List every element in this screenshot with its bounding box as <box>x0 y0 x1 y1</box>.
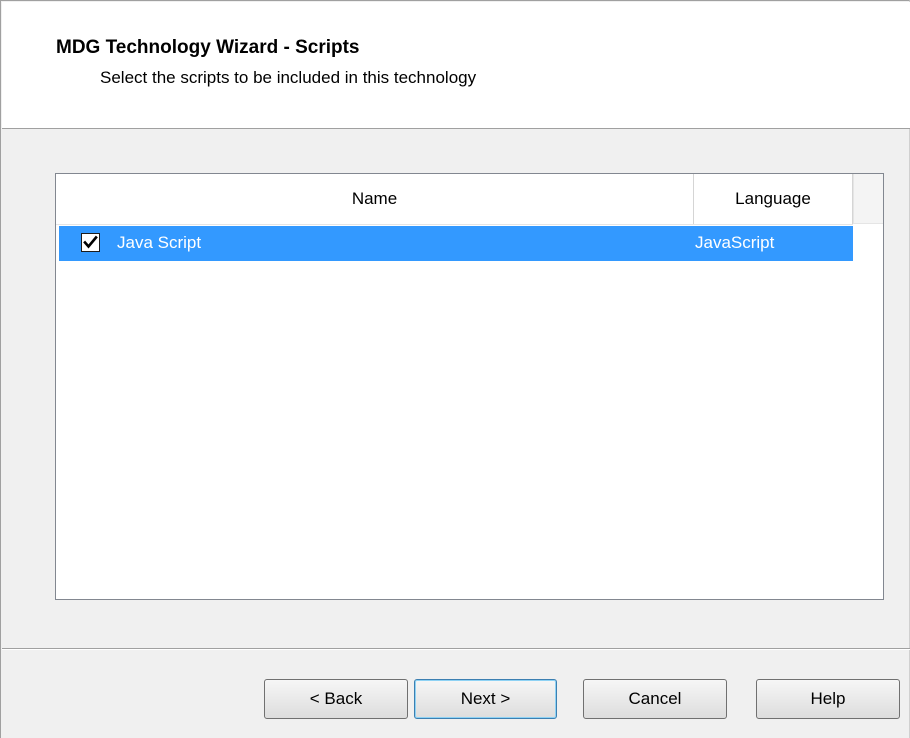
wizard-title: MDG Technology Wizard - Scripts <box>56 37 360 58</box>
wizard-header: MDG Technology Wizard - Scripts Select t… <box>2 2 910 129</box>
list-header-filler <box>853 174 883 224</box>
next-button[interactable]: Next > <box>414 679 557 719</box>
script-language: JavaScript <box>695 233 775 252</box>
script-name: Java Script <box>117 233 202 252</box>
wizard-window: MDG Technology Wizard - Scripts Select t… <box>0 0 910 738</box>
list-item[interactable]: Java Script JavaScript <box>59 226 853 261</box>
footer-divider <box>2 648 910 650</box>
wizard-subtitle: Select the scripts to be included in thi… <box>100 68 477 87</box>
list-header: Name Language <box>56 174 853 225</box>
back-button[interactable]: < Back <box>264 679 408 719</box>
checkmark-icon <box>83 235 98 249</box>
script-checkbox[interactable] <box>81 233 100 252</box>
cancel-button[interactable]: Cancel <box>583 679 727 719</box>
help-button[interactable]: Help <box>756 679 900 719</box>
column-header-name[interactable]: Name <box>56 174 694 224</box>
column-header-language[interactable]: Language <box>694 174 853 224</box>
scripts-list[interactable]: Name Language Java Script JavaScript <box>55 173 884 600</box>
